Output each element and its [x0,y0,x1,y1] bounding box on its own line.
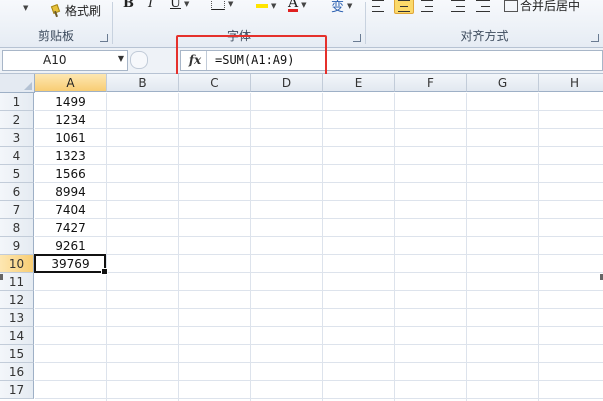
row-header-1[interactable]: 1 [0,93,34,111]
row-header-16[interactable]: 16 [0,363,34,381]
cell-a2[interactable]: 1234 [35,111,106,129]
row-header-15[interactable]: 15 [0,345,34,363]
row-header-5[interactable]: 5 [0,165,34,183]
clipboard-launcher-icon[interactable] [100,34,108,42]
increase-indent-button[interactable] [476,0,490,12]
column-header-a[interactable]: A [35,74,107,92]
underline-button[interactable]: U ▼ [170,0,189,11]
alignment-launcher-icon[interactable] [591,34,599,42]
align-right-icon [421,0,435,12]
spreadsheet-grid[interactable]: A B C D E F G H 1 2 3 4 5 6 7 8 9 10 11 12 13 14 15 16 17 1499 123… [0,74,603,401]
name-box-value: A10 [43,53,67,67]
column-header-f[interactable]: F [395,74,467,92]
align-left-button[interactable] [372,0,386,12]
clipboard-group-label: 剪贴板 [37,29,74,43]
formula-input[interactable]: fx =SUM(A1:A9) [180,50,603,71]
increase-indent-icon [476,0,490,12]
decrease-indent-button[interactable] [451,0,465,12]
decrease-indent-icon [451,0,465,12]
font-launcher-icon[interactable] [353,34,361,42]
cell-a10[interactable]: 39769 [35,255,106,273]
name-box[interactable]: A10 ▼ [2,50,128,71]
row-header-12[interactable]: 12 [0,291,34,309]
merge-center-label: 合并后居中 [520,0,581,13]
row-header-13[interactable]: 13 [0,309,34,327]
row-header-11[interactable]: 11 [0,273,34,291]
row-header-8[interactable]: 8 [0,219,34,237]
formula-text: =SUM(A1:A9) [215,53,295,67]
alignment-group-label: 对齐方式 [460,29,509,43]
cell-a5[interactable]: 1566 [35,165,106,183]
chevron-down-icon: ▼ [271,2,277,10]
align-left-icon [372,0,386,12]
name-box-splitter[interactable] [130,51,148,69]
row-header-4[interactable]: 4 [0,147,34,165]
row-header-7[interactable]: 7 [0,201,34,219]
row-header-17[interactable]: 17 [0,381,34,399]
borders-icon [211,0,225,10]
column-header-c[interactable]: C [179,74,251,92]
format-painter-icon [50,5,62,17]
column-header-e[interactable]: E [323,74,395,92]
ribbon: ▼ 格式刷 剪贴板 B I U ▼ ▼ ▼ A ▼ 变 ▼ 字体 合并后居中 对… [0,0,603,48]
font-group-label: 字体 [226,29,251,43]
cell-a7[interactable]: 7404 [35,201,106,219]
cell-area[interactable] [35,93,603,401]
chevron-down-icon: ▼ [301,0,307,9]
row-header-3[interactable]: 3 [0,129,34,147]
phonetic-button[interactable]: 变 ▼ [331,0,352,15]
italic-button[interactable]: I [148,0,153,11]
cell-a1[interactable]: 1499 [35,93,106,111]
chevron-down-icon: ▼ [23,4,29,12]
fill-color-icon [256,4,268,8]
align-center-icon [397,0,411,12]
column-header-b[interactable]: B [107,74,179,92]
cell-a8[interactable]: 7427 [35,219,106,237]
borders-button[interactable]: ▼ [211,0,233,10]
chevron-down-icon: ▼ [228,0,234,8]
row-header-10[interactable]: 10 [0,255,34,273]
fill-color-button[interactable]: ▼ [256,2,276,10]
font-group: B I U ▼ ▼ ▼ A ▼ 变 ▼ 字体 [113,0,365,47]
column-header-g[interactable]: G [467,74,539,92]
row-header-14[interactable]: 14 [0,327,34,345]
italic-label: I [148,0,154,11]
clipboard-dropdown[interactable]: ▼ [20,4,28,12]
cell-a4[interactable]: 1323 [35,147,106,165]
format-painter-button[interactable]: 格式刷 [50,2,101,19]
row-header-9[interactable]: 9 [0,237,34,255]
bold-button[interactable]: B [123,0,134,11]
insert-function-button[interactable]: fx [184,51,207,70]
align-center-button[interactable] [394,0,414,14]
row-header-6[interactable]: 6 [0,183,34,201]
window-resize-handle[interactable] [0,274,3,280]
cell-a6[interactable]: 8994 [35,183,106,201]
select-all-button[interactable] [0,74,35,93]
formula-bar: A10 ▼ fx =SUM(A1:A9) [0,48,603,74]
chevron-down-icon[interactable]: ▼ [118,54,124,63]
column-header-h[interactable]: H [539,74,603,92]
chevron-down-icon: ▼ [347,1,353,10]
font-color-button[interactable]: A ▼ [288,0,307,12]
column-header-d[interactable]: D [251,74,323,92]
font-color-icon: A [288,0,299,12]
bold-label: B [123,0,134,11]
align-right-button[interactable] [421,0,435,12]
clipboard-group: ▼ 格式刷 剪贴板 [0,0,112,47]
merge-center-button[interactable]: 合并后居中 [504,0,580,14]
chevron-down-icon: ▼ [183,0,190,8]
cell-a9[interactable]: 9261 [35,237,106,255]
row-header-2[interactable]: 2 [0,111,34,129]
underline-label: U [170,0,181,11]
merge-center-icon [504,0,518,12]
phonetic-icon: 变 [331,0,345,15]
alignment-group: 合并后居中 对齐方式 [366,0,603,47]
cell-a3[interactable]: 1061 [35,129,106,147]
format-painter-label: 格式刷 [65,4,102,18]
